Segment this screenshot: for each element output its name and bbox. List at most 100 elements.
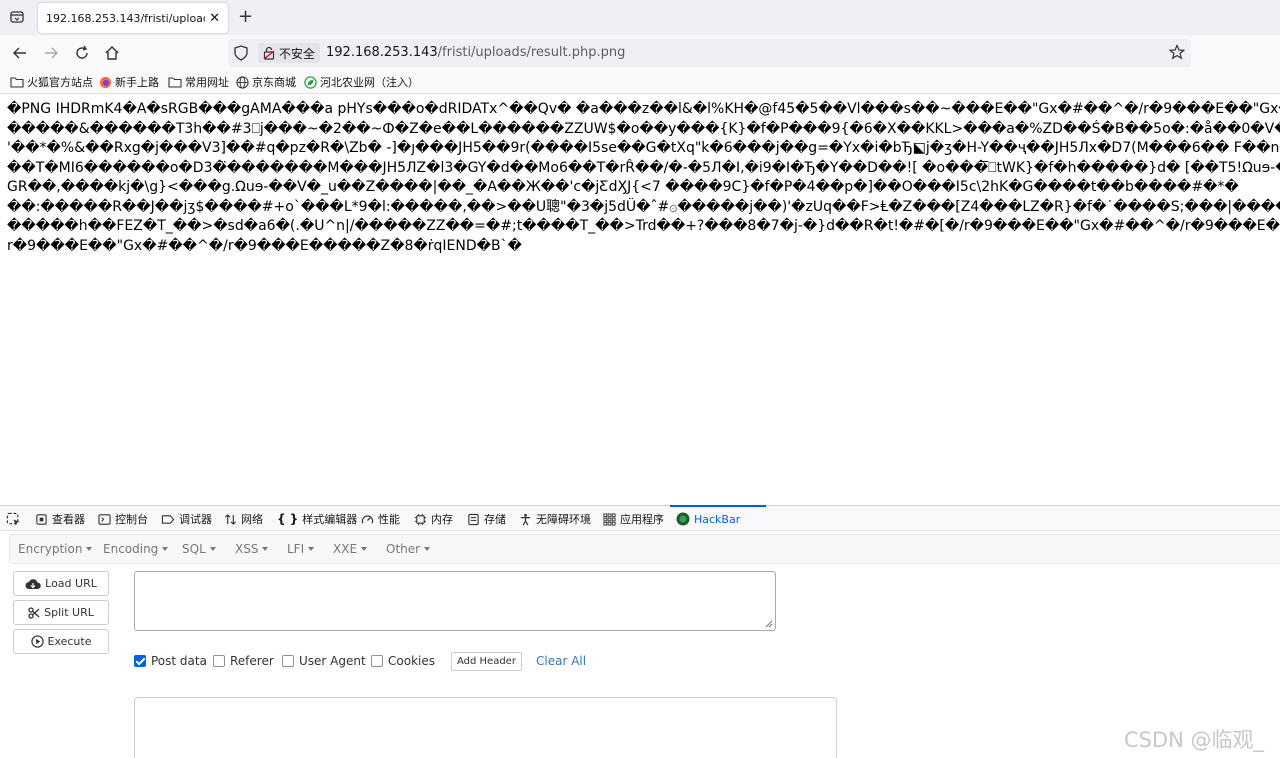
caret-down-icon [86,547,93,551]
folder-icon [168,77,182,88]
menu-lfi[interactable]: LFI [287,542,315,556]
globe-icon [236,75,249,89]
raw-content-line: �����h��FEZ�T_��>�sd�a6�(.�U^n|/�����ZZ�… [7,218,1280,234]
tab-label: 网络 [241,513,263,526]
tab-accessibility[interactable]: 无障碍环境 [519,510,591,528]
cloud-download-icon [25,578,41,589]
tab-application[interactable]: 应用程序 [603,510,664,528]
user-agent-checkbox[interactable]: User Agent [282,654,366,668]
back-icon[interactable] [10,43,30,63]
tab-list-icon[interactable] [6,6,28,28]
bookmark-label: 新手上路 [115,76,159,89]
checkbox-icon[interactable] [282,655,294,667]
storage-icon [468,513,479,525]
menu-sql[interactable]: SQL [182,542,216,556]
resize-handle-icon[interactable] [763,618,773,628]
tab-storage[interactable]: 存储 [467,510,506,528]
raw-content-line: �PNG IHDRmK4�A�sRGB���gAMA���a pHYs���o�… [7,101,1280,117]
bookmark-label: 火狐官方站点 [27,76,93,89]
menu-other[interactable]: Other [386,542,431,556]
caret-down-icon [308,547,315,551]
tab-label: HackBar [694,512,741,526]
post-data-checkbox[interactable]: Post data [134,654,207,668]
bookmark-item[interactable]: 常用网址 [168,74,229,90]
option-label: Post data [151,654,207,668]
menu-xxe[interactable]: XXE [333,542,368,556]
tab-label: 控制台 [115,513,148,526]
raw-content-line: ��:�����R��J��jʒ$����#+o`���L*9�l:�����,… [7,198,1280,215]
option-label: User Agent [299,654,366,668]
tab-label: 内存 [431,513,453,526]
url-bar[interactable]: 不安全 192.168.253.143/fristi/uploads/resul… [228,39,1191,67]
close-icon[interactable]: ✕ [209,11,220,26]
bookmark-item[interactable]: 新手上路 [99,74,159,90]
raw-content-line: �����&������T3h��#3⎕j���~�2��~ⵀ�Z�e��L��… [7,120,1280,137]
url-textarea[interactable] [134,571,776,631]
menu-encryption[interactable]: Encryption [18,542,93,556]
shield-icon[interactable] [234,45,248,65]
element-picker-icon[interactable] [6,510,25,528]
split-url-button[interactable]: Split URL [13,600,109,625]
add-header-button[interactable]: Add Header [451,652,522,671]
tab-bar: 192.168.253.143/fristi/uploads/re ✕ + [0,0,1280,35]
firefox-icon [99,76,112,88]
reload-icon[interactable] [72,43,92,63]
tab-memory[interactable]: 内存 [414,510,453,528]
menu-xss[interactable]: XSS [235,542,269,556]
checkbox-icon[interactable] [371,655,383,667]
post-data-textarea[interactable] [134,697,837,758]
tab-debugger[interactable]: 调试器 [161,510,212,528]
caret-down-icon [424,547,431,551]
tab-label: 应用程序 [620,513,664,526]
bookmark-item[interactable]: 火狐官方站点 [10,74,93,90]
raw-content-line: '��*�%&��Rxg�j���V3]��#q�pz�R�\Zb� -]�ȷ�… [7,140,1280,156]
tab-console[interactable]: 控制台 [98,510,148,528]
broken-lock-icon [263,46,275,60]
inspector-icon [36,513,47,525]
checkbox-checked-icon[interactable] [134,655,146,667]
bookmark-item[interactable]: 京东商城 [236,74,296,90]
clear-all-link[interactable]: Clear All [536,654,586,668]
checkbox-icon[interactable] [213,655,225,667]
menu-label: Other [386,542,421,556]
tab-title: 192.168.253.143/fristi/uploads/re [46,11,205,25]
home-icon[interactable] [102,43,122,63]
bookmark-item[interactable]: 河北农业网（注入） [304,74,419,90]
load-url-button[interactable]: Load URL [13,571,109,596]
hackbar-menu-bar: Encryption Encoding SQL XSS LFI XXE Othe… [9,534,1280,564]
execute-button[interactable]: Execute [13,629,109,654]
menu-label: Encoding [103,542,159,556]
tab-hackbar[interactable]: HackBar [676,510,740,528]
new-tab-icon[interactable]: + [238,7,253,27]
tab-network[interactable]: 网络 [224,510,263,528]
raw-content-line: GR��,����kj�\g}<���g.Ωuɘ-��V�_u��Z����|�… [7,179,1239,195]
menu-label: SQL [182,542,206,556]
url-path: /fristi/uploads/result.php.png [437,45,626,60]
browser-tab[interactable]: 192.168.253.143/fristi/uploads/re ✕ [38,3,228,33]
forward-icon[interactable] [41,43,61,63]
bookmark-label: 河北农业网（注入） [320,76,419,89]
bookmark-label: 京东商城 [252,76,296,89]
bookmarks-bar: 火狐官方站点 新手上路 常用网址 京东商城 河北农业网（注入） [0,71,1280,94]
tab-performance[interactable]: 性能 [361,510,400,528]
bookmark-star-icon[interactable] [1168,44,1186,64]
tab-inspector[interactable]: 查看器 [35,510,85,528]
raw-content-line: ��T�MI6������o�D3�̈�������M���JH5ЛZ�l3�G… [7,159,1280,176]
referer-checkbox[interactable]: Referer [213,654,274,668]
insecure-connection-badge[interactable]: 不安全 [258,43,321,63]
accessibility-icon [520,513,531,525]
application-icon [603,512,616,526]
scissors-icon [28,606,40,619]
tab-style-editor[interactable]: { } 样式编辑器 [277,510,357,528]
menu-label: Encryption [18,542,83,556]
style-editor-icon: { } [277,512,299,526]
url-text[interactable]: 192.168.253.143/fristi/uploads/result.ph… [326,45,625,60]
debugger-icon [161,514,175,524]
menu-label: LFI [287,542,305,556]
menu-encoding[interactable]: Encoding [103,542,169,556]
tab-label: 样式编辑器 [302,513,358,526]
cookies-checkbox[interactable]: Cookies [371,654,435,668]
caret-down-icon [361,547,368,551]
active-tab-indicator [670,505,766,507]
menu-label: XSS [235,542,259,556]
